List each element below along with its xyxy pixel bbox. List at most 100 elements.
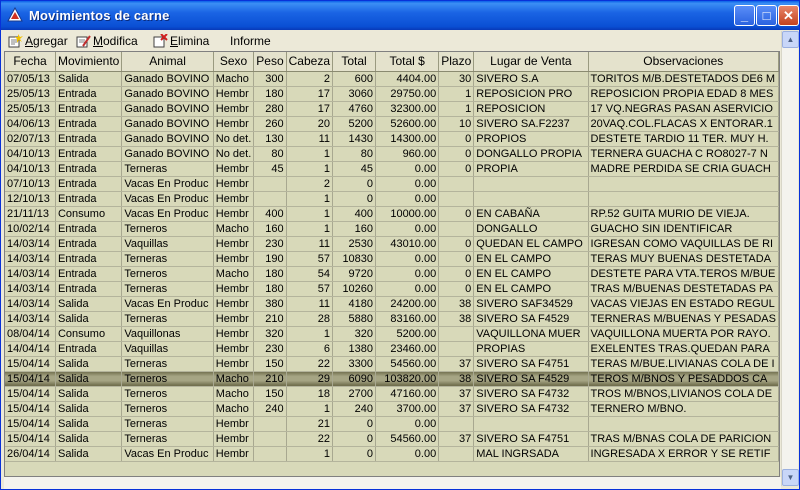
table-cell[interactable]: Macho xyxy=(213,221,255,237)
table-cell[interactable]: Terneras xyxy=(121,251,214,267)
table-row[interactable]: 14/04/14 Entrada Vaquillas Hembr 230 6 1380 234… xyxy=(5,341,779,357)
vertical-scrollbar[interactable]: ▲ ▼ xyxy=(781,31,799,486)
table-cell[interactable]: Entrada xyxy=(55,236,123,252)
table-cell[interactable] xyxy=(473,176,589,192)
table-cell[interactable]: 0.00 xyxy=(375,266,440,282)
table-row[interactable]: 25/05/13 Entrada Ganado BOVINO Hembr 280 17 47… xyxy=(5,101,779,117)
horizontal-scrollbar[interactable] xyxy=(4,477,781,489)
table-cell[interactable]: 14/04/14 xyxy=(5,341,56,357)
table-cell[interactable]: 0.00 xyxy=(375,176,440,192)
table-cell[interactable]: 11 xyxy=(286,236,334,252)
table-cell[interactable]: 4760 xyxy=(332,101,377,117)
table-cell[interactable]: 280 xyxy=(253,101,287,117)
table-row[interactable]: 07/10/13 Entrada Vacas En Produc Hembr 2 0 0.0… xyxy=(5,176,779,192)
table-cell[interactable]: Ganado BOVINO xyxy=(121,71,214,87)
table-cell[interactable]: 54 xyxy=(286,266,334,282)
table-cell[interactable]: PROPIAS xyxy=(473,341,589,357)
table-cell[interactable]: Terneros xyxy=(121,221,214,237)
table-cell[interactable]: 57 xyxy=(286,281,334,297)
table-cell[interactable]: Hembr xyxy=(213,326,255,342)
table-cell[interactable] xyxy=(253,176,287,192)
table-cell[interactable]: EN CABAÑA xyxy=(473,206,589,222)
table-cell[interactable]: QUEDAN EL CAMPO xyxy=(473,236,589,252)
table-cell[interactable]: SIVERO SA F4751 xyxy=(473,356,589,372)
table-cell[interactable]: 54560.00 xyxy=(375,431,440,447)
table-cell[interactable]: Salida xyxy=(55,401,123,417)
column-header[interactable]: Peso xyxy=(253,52,287,72)
table-cell[interactable]: SIVERO SA F4529 xyxy=(473,311,589,327)
table-row[interactable]: 15/04/14 Salida Terneras Hembr 22 0 54560.00 37… xyxy=(5,431,779,447)
table-cell[interactable]: 2700 xyxy=(332,386,377,402)
table-cell[interactable]: 32300.00 xyxy=(375,101,440,117)
table-cell[interactable]: Ganado BOVINO xyxy=(121,101,214,117)
table-cell[interactable]: 240 xyxy=(332,401,377,417)
table-cell[interactable]: 1 xyxy=(286,146,334,162)
table-cell[interactable]: No det. xyxy=(213,131,255,147)
table-cell[interactable]: 15/04/14 xyxy=(5,386,56,402)
table-cell[interactable]: Macho xyxy=(213,386,255,402)
column-header[interactable]: Movimiento xyxy=(55,52,123,72)
table-cell[interactable]: Hembr xyxy=(213,356,255,372)
table-cell[interactable]: 230 xyxy=(253,341,287,357)
table-row[interactable]: 15/04/14 Salida Terneras Hembr 150 22 3300 5456… xyxy=(5,356,779,372)
table-cell[interactable]: 04/10/13 xyxy=(5,161,56,177)
table-cell[interactable]: Ganado BOVINO xyxy=(121,116,214,132)
table-cell[interactable]: 0 xyxy=(332,416,377,432)
table-cell[interactable]: Entrada xyxy=(55,176,123,192)
table-cell[interactable]: 10260 xyxy=(332,281,377,297)
table-row[interactable]: 07/05/13 Salida Ganado BOVINO Macho 300 2 600 4… xyxy=(5,71,779,87)
table-cell[interactable]: 2530 xyxy=(332,236,377,252)
table-cell[interactable]: DESTETE PARA VTA.TEROS M/BUE xyxy=(588,266,779,282)
table-cell[interactable]: Entrada xyxy=(55,131,123,147)
table-cell[interactable]: Entrada xyxy=(55,161,123,177)
table-cell[interactable]: 45 xyxy=(253,161,287,177)
table-cell[interactable]: 9720 xyxy=(332,266,377,282)
menu-elimina[interactable]: Elimina xyxy=(152,33,209,49)
table-cell[interactable]: Terneros xyxy=(121,266,214,282)
table-cell[interactable]: 15/04/14 xyxy=(5,371,56,387)
column-header[interactable]: Cabeza xyxy=(286,52,334,72)
table-cell[interactable]: Macho xyxy=(213,266,255,282)
table-cell[interactable]: No det. xyxy=(213,146,255,162)
table-cell[interactable]: SIVERO SA F4732 xyxy=(473,386,589,402)
table-cell[interactable]: TEROS M/BNOS Y PESADDOS CA xyxy=(588,371,779,387)
table-cell[interactable]: Consumo xyxy=(55,206,123,222)
table-cell[interactable]: TROS M/BNOS,LIVIANOS COLA DE xyxy=(588,386,779,402)
table-cell[interactable]: 21 xyxy=(286,416,334,432)
table-cell[interactable]: 160 xyxy=(332,221,377,237)
table-cell[interactable]: PROPIA xyxy=(473,161,589,177)
table-cell[interactable]: 22 xyxy=(286,356,334,372)
table-cell[interactable]: 230 xyxy=(253,236,287,252)
table-cell[interactable]: 2 xyxy=(286,176,334,192)
table-row[interactable]: 10/02/14 Entrada Terneros Macho 160 1 160 0.00 D… xyxy=(5,221,779,237)
table-row[interactable]: 04/10/13 Entrada Ganado BOVINO No det. 80 1 80… xyxy=(5,146,779,162)
table-cell[interactable]: Entrada xyxy=(55,146,123,162)
table-cell[interactable]: Terneras xyxy=(121,281,214,297)
table-cell[interactable]: Salida xyxy=(55,356,123,372)
table-cell[interactable]: SIVERO SAF34529 xyxy=(473,296,589,312)
table-cell[interactable]: 320 xyxy=(253,326,287,342)
table-cell[interactable]: 45 xyxy=(332,161,377,177)
table-cell[interactable]: 0.00 xyxy=(375,191,440,207)
table-cell[interactable]: Vacas En Produc xyxy=(121,206,214,222)
table-cell[interactable]: 04/06/13 xyxy=(5,116,56,132)
table-row[interactable]: 08/04/14 Consumo Vaquillonas Hembr 320 1 320 52… xyxy=(5,326,779,342)
table-cell[interactable]: 150 xyxy=(253,386,287,402)
table-cell[interactable]: 26/04/14 xyxy=(5,446,56,462)
table-cell[interactable]: 11 xyxy=(286,296,334,312)
table-cell[interactable] xyxy=(473,191,589,207)
table-cell[interactable]: Hembr xyxy=(213,116,255,132)
table-cell[interactable]: 15/04/14 xyxy=(5,356,56,372)
table-cell[interactable]: 0 xyxy=(438,161,475,177)
table-cell[interactable]: 0 xyxy=(438,236,475,252)
table-cell[interactable]: 0 xyxy=(438,266,475,282)
table-cell[interactable]: DONGALLO xyxy=(473,221,589,237)
table-cell[interactable]: Macho xyxy=(213,71,255,87)
table-cell[interactable]: MADRE PERDIDA SE CRIA GUACH xyxy=(588,161,779,177)
table-cell[interactable]: 0 xyxy=(332,176,377,192)
table-row[interactable]: 14/03/14 Entrada Vaquillas Hembr 230 11 2530 43… xyxy=(5,236,779,252)
table-cell[interactable]: Entrada xyxy=(55,341,123,357)
table-cell[interactable] xyxy=(253,446,287,462)
table-cell[interactable]: PROPIOS xyxy=(473,131,589,147)
table-cell[interactable] xyxy=(253,416,287,432)
